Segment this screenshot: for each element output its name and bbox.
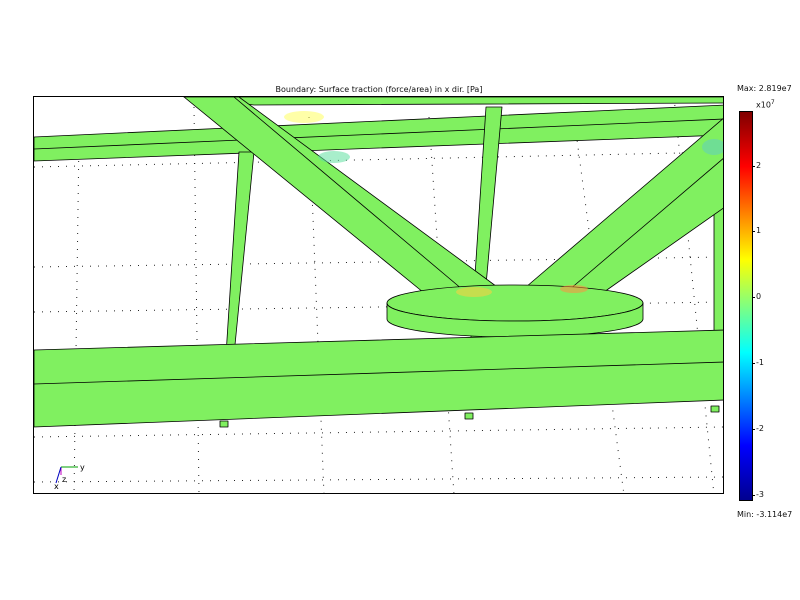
colorbar-tick: 2 — [751, 161, 762, 170]
axis-y-label: y — [80, 463, 85, 472]
vertical-post-left — [225, 151, 255, 356]
top-chord — [34, 104, 723, 162]
top-flange — [183, 97, 723, 106]
colorbar-tick: -2 — [752, 424, 764, 433]
colorbar-tick: 1 — [751, 226, 762, 235]
bolt-foot — [710, 405, 720, 413]
colorbar-min-label: Min: -3.114e7 — [737, 510, 793, 519]
colorbar-tick: -1 — [752, 358, 764, 367]
diagonal-brace-right — [525, 118, 723, 293]
truss-model: y z x — [34, 97, 723, 493]
bottom-chord — [34, 329, 723, 428]
bolt-foot — [464, 412, 474, 420]
colorbar-tick: 0 — [751, 292, 762, 301]
bolt-foot — [219, 420, 229, 428]
plot-title: Boundary: Surface traction (force/area) … — [275, 85, 483, 94]
axis-x-label: x — [54, 482, 59, 491]
colorbar-exponent: x107 — [756, 99, 775, 110]
colorbar-tick: -3 — [752, 490, 764, 499]
colorbar — [739, 111, 753, 501]
3d-viewport[interactable]: y z x — [33, 96, 724, 494]
axis-z-label: z — [62, 475, 66, 484]
axes-triad — [55, 466, 78, 484]
colorbar-max-label: Max: 2.819e7 — [737, 84, 792, 93]
